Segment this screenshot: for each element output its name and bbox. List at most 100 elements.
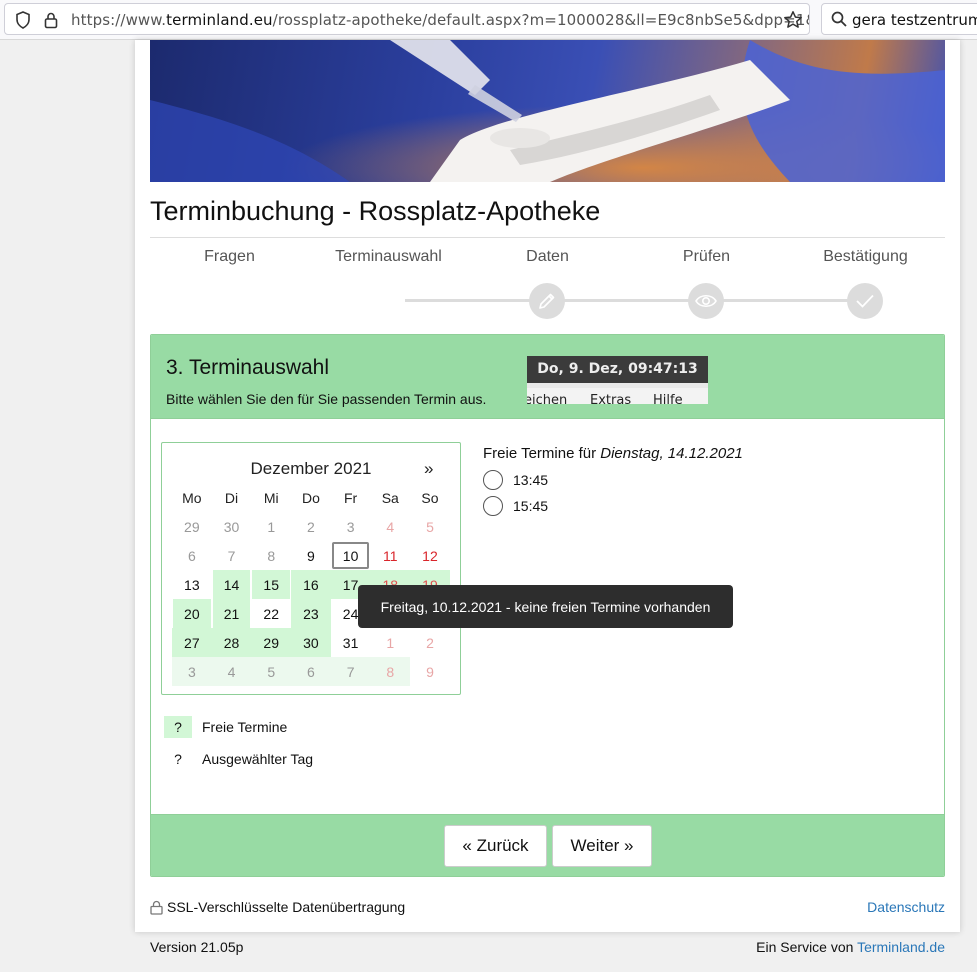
calendar-day: 8 [267, 547, 276, 564]
step-daten: Daten [526, 248, 569, 265]
step-bestaetigung: Bestätigung [823, 248, 908, 265]
url-bar[interactable]: https://www.terminland.eu/rossplatz-apot… [4, 3, 810, 35]
calendar-day-free[interactable]: 15 [251, 570, 292, 599]
calendar-week: 3 4 5 6 7 8 9 [172, 657, 450, 686]
menu-item-extras[interactable]: Extras [590, 393, 631, 404]
weekday-label: Mo [182, 489, 202, 506]
terminland-link[interactable]: Terminland.de [857, 939, 945, 955]
page-title: Terminbuchung - Rossplatz-Apotheke [150, 196, 601, 226]
browser-toolbar: https://www.terminland.eu/rossplatz-apot… [0, 0, 977, 40]
calendar-day[interactable]: 7 [330, 657, 371, 686]
calendar-day[interactable]: 22 [251, 599, 291, 628]
progress-steps: Fragen Terminauswahl Daten Prüfen Bestät… [150, 247, 945, 337]
calendar-day: 2 [426, 634, 434, 651]
clock-time: Do, 9. Dez, 09:47:13 [527, 356, 708, 383]
version-label: Version 21.05p [150, 939, 244, 955]
url-text[interactable]: https://www.terminland.eu/rossplatz-apot… [71, 11, 809, 29]
search-bar[interactable]: gera testzentrum [821, 3, 977, 35]
calendar-month: Dezember 2021 [250, 459, 372, 478]
calendar-day: 9 [426, 663, 434, 680]
search-input[interactable]: gera testzentrum [852, 11, 977, 29]
calendar-day-free[interactable]: 16 [291, 570, 331, 599]
calendar-week: 29 30 1 2 3 4 5 [172, 512, 450, 541]
menu-item-hilfe[interactable]: Hilfe [653, 393, 683, 404]
weekday-label: Do [301, 489, 320, 506]
legend-free: ? Freie Termine [164, 716, 287, 738]
panel-subtitle: Bitte wählen Sie den für Sie passenden T… [166, 391, 487, 407]
calendar-day: 1 [267, 518, 276, 535]
calendar-day: 1 [386, 634, 395, 651]
title-divider [150, 237, 945, 238]
legend-selected-swatch: ? [174, 751, 182, 767]
calendar-day: 3 [346, 518, 355, 535]
clock-overlay: Do, 9. Dez, 09:47:13 eichen Extras Hilfe [527, 356, 708, 404]
time-slot-option[interactable]: 13:45 [483, 470, 548, 490]
calendar-day: 30 [223, 518, 240, 535]
calendar-day[interactable]: 4 [211, 657, 252, 686]
calendar-day: 5 [426, 518, 434, 535]
calendar-week: 27 28 29 30 31 1 2 [172, 628, 450, 657]
step-terminauswahl: Terminauswahl [335, 248, 442, 265]
calendar-day-free[interactable]: 29 [251, 628, 292, 657]
ssl-notice: SSL-Verschlüsselte Datenübertragung [150, 899, 405, 915]
calendar-day[interactable]: 9 [291, 541, 331, 570]
calendar-day[interactable]: 12 [410, 541, 450, 570]
progress-line [405, 299, 865, 302]
calendar-day: 29 [184, 518, 200, 535]
bookmark-star-icon[interactable] [783, 10, 803, 34]
panel-footer: « Zurück Weiter » [151, 814, 944, 876]
calendar: Dezember 2021 » Mo Di Mi Do Fr Sa So 29 … [161, 442, 461, 695]
lock-icon [150, 900, 163, 915]
free-times-heading: Freie Termine für Dienstag, 14.12.2021 [483, 445, 743, 462]
calendar-day: 6 [187, 547, 196, 564]
legend-free-swatch: ? [164, 716, 192, 738]
calendar-day-free[interactable]: 23 [291, 599, 331, 628]
calendar-day[interactable]: 5 [251, 657, 292, 686]
calendar-day-free[interactable]: 27 [172, 628, 212, 657]
shield-icon[interactable] [15, 11, 31, 34]
search-icon [831, 11, 847, 32]
calendar-day-free[interactable]: 28 [211, 628, 252, 657]
calendar-day-today[interactable]: 10 [331, 541, 371, 570]
hero-image [150, 40, 945, 182]
panel-header: 3. Terminauswahl Bitte wählen Sie den fü… [151, 335, 944, 419]
weekday-label: So [421, 489, 439, 506]
checkmark-icon [847, 283, 883, 319]
calendar-week: 6 7 8 9 10 11 12 [172, 541, 450, 570]
clock-menu: eichen Extras Hilfe [527, 388, 708, 404]
calendar-day-free[interactable]: 30 [291, 628, 331, 657]
time-slot-radio[interactable] [483, 470, 503, 490]
calendar-day[interactable]: 31 [331, 628, 371, 657]
calendar-day[interactable]: 8 [370, 657, 411, 686]
legend-selected: ? Ausgewählter Tag [164, 748, 313, 770]
next-month-button[interactable]: » [424, 459, 433, 479]
weekday-row: Mo Di Mi Do Fr Sa So [172, 483, 450, 512]
panel-title: 3. Terminauswahl [166, 356, 330, 379]
weekday-label: Mi [263, 489, 279, 506]
calendar-day[interactable]: 6 [291, 657, 331, 686]
lock-icon[interactable] [43, 11, 59, 34]
service-credit: Ein Service von Terminland.de [756, 939, 945, 955]
weekday-label: Fr [343, 489, 358, 506]
calendar-day-free[interactable]: 21 [211, 599, 252, 628]
calendar-day[interactable]: 13 [172, 570, 212, 599]
back-button[interactable]: « Zurück [444, 825, 547, 867]
calendar-day[interactable]: 11 [370, 541, 410, 570]
calendar-day-free[interactable]: 14 [211, 570, 252, 599]
time-slot-radio[interactable] [483, 496, 503, 516]
page-card: Terminbuchung - Rossplatz-Apotheke Frage… [135, 40, 960, 932]
pencil-icon [529, 283, 565, 319]
calendar-day: 7 [227, 547, 236, 564]
menu-item-zeichen[interactable]: eichen [527, 393, 567, 404]
step-pruefen: Prüfen [682, 248, 731, 265]
time-slot-option[interactable]: 15:45 [483, 496, 548, 516]
calendar-day: 4 [386, 518, 395, 535]
weekday-label: Sa [381, 489, 399, 506]
eye-icon [688, 283, 724, 319]
privacy-link[interactable]: Datenschutz [867, 899, 945, 915]
next-button[interactable]: Weiter » [552, 825, 652, 867]
calendar-day-free[interactable]: 20 [172, 599, 212, 628]
step-fragen: Fragen [204, 248, 255, 265]
calendar-tooltip: Freitag, 10.12.2021 - keine freien Termi… [358, 585, 733, 628]
calendar-day[interactable]: 3 [172, 657, 212, 686]
